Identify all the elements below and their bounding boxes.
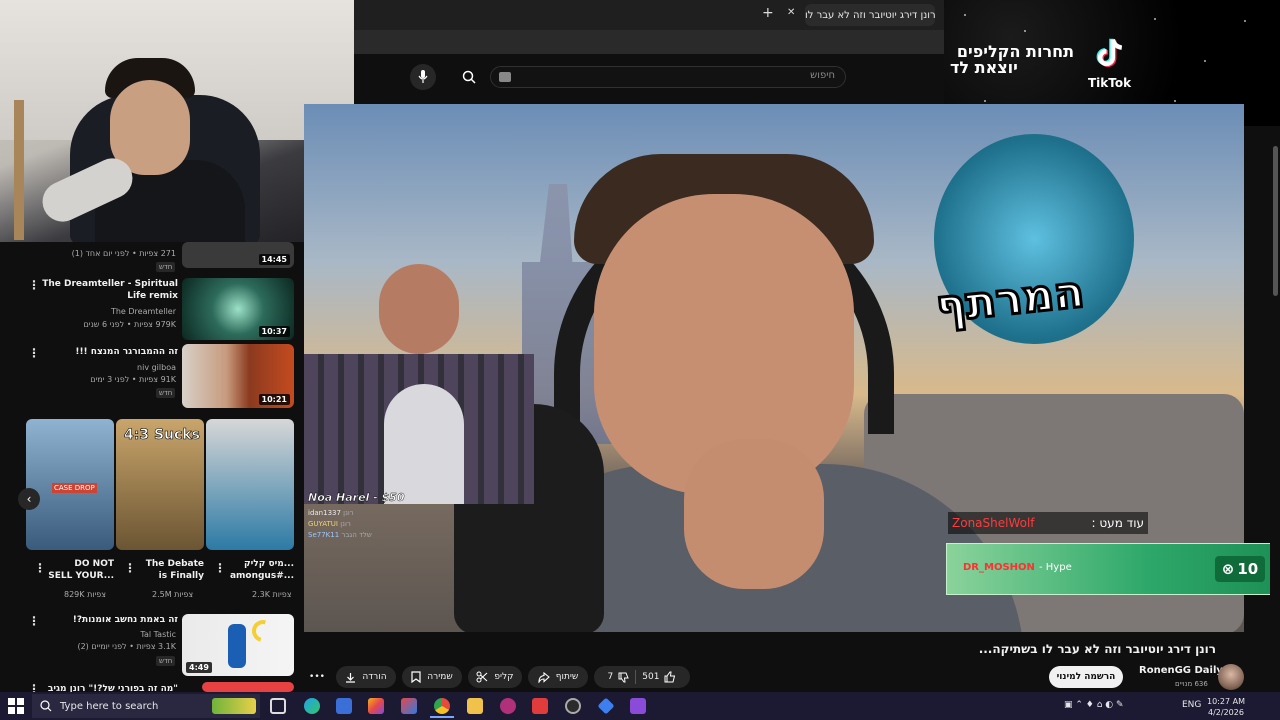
donation-label: Noa Harel - $50: [308, 491, 405, 504]
screen: (379) רונן דירג יוטיובר וזה לא עבר לו ✕ …: [0, 0, 1280, 720]
keyboard-icon: [499, 72, 511, 82]
more-options-icon[interactable]: ⋮: [28, 346, 40, 360]
short-thumbnail[interactable]: CASE DROP: [26, 419, 114, 550]
more-options-icon[interactable]: ⋮: [124, 561, 136, 575]
video-thumbnail[interactable]: 14:45: [182, 242, 294, 268]
video-thumbnail[interactable]: 10:21: [182, 344, 294, 408]
more-actions-button[interactable]: •••: [306, 666, 328, 688]
app-icon[interactable]: [500, 698, 516, 714]
search-icon: [40, 700, 52, 712]
video-thumbnail[interactable]: [202, 682, 294, 692]
weather-widget-icon[interactable]: [212, 698, 256, 714]
download-button[interactable]: הורדה: [336, 666, 396, 688]
subscriber-count: 636 מנויים: [1175, 680, 1208, 688]
search-icon: [462, 70, 476, 84]
app-icon[interactable]: [630, 698, 646, 714]
more-options-icon[interactable]: ⋮: [214, 561, 226, 575]
download-icon: [346, 672, 356, 683]
hype-icon: ⊗: [1221, 560, 1235, 578]
thumbs-down-icon: [618, 672, 630, 682]
video-thumbnail[interactable]: 10:37: [182, 278, 294, 340]
subscribe-button[interactable]: הרשמה למינוי: [1049, 666, 1123, 688]
like-dislike-buttons: 7 501: [594, 666, 690, 688]
obs-icon[interactable]: [565, 698, 581, 714]
list-item-title[interactable]: The Dreamteller - Spiritual Life remix: [42, 278, 178, 302]
browser-tab[interactable]: (379) רונן דירג יוטיובר וזה לא עבר לו: [805, 4, 935, 26]
channel-avatar[interactable]: [1218, 664, 1244, 690]
channel-name[interactable]: RonenGG Daily: [1139, 665, 1223, 676]
new-tab-button[interactable]: +: [762, 5, 774, 21]
chat-message-overlay: ZonaShelWolf עוד מעט :: [948, 512, 1148, 534]
language-indicator[interactable]: ENG: [1182, 700, 1201, 710]
more-options-icon[interactable]: ⋮: [28, 614, 40, 628]
search-placeholder: חיפוש: [810, 70, 835, 81]
tab-title: (379) רונן דירג יוטיובר וזה לא עבר לו: [805, 9, 935, 21]
copilot-icon[interactable]: [368, 698, 384, 714]
file-explorer-icon[interactable]: [467, 698, 483, 714]
chevron-left-icon: ‹: [26, 492, 32, 506]
edge-icon[interactable]: [304, 698, 320, 714]
windows-start-icon[interactable]: [8, 698, 24, 714]
save-button[interactable]: שמירה: [402, 666, 462, 688]
pip-stream: [304, 354, 534, 504]
page-scrollbar[interactable]: [1270, 126, 1280, 692]
app-icon[interactable]: [532, 698, 548, 714]
more-options-icon[interactable]: ⋮: [34, 561, 46, 575]
shorts-previous-button[interactable]: ‹: [18, 488, 40, 510]
share-icon: [538, 671, 550, 683]
browser-toolbar: [354, 30, 944, 54]
microsoft-365-icon[interactable]: [401, 698, 417, 714]
like-button[interactable]: 501: [642, 671, 676, 683]
clip-button[interactable]: קליפ: [468, 666, 522, 688]
store-icon[interactable]: [336, 698, 352, 714]
system-clock[interactable]: 10:27 AM 4/2/2026: [1207, 696, 1245, 718]
search-button[interactable]: [456, 66, 482, 88]
chrome-icon[interactable]: [434, 698, 450, 714]
tiktok-brand: TikTok: [1088, 76, 1132, 90]
video-title: רונן דירג יוטיובר וזה לא עבר לו בשתיקה..…: [978, 642, 1216, 656]
stream-chat: idan1337 רונן GUYATUI רונן Se77K11 שלד ה…: [308, 509, 372, 539]
share-button[interactable]: שיתוף: [528, 666, 588, 688]
tiktok-icon: [1096, 38, 1123, 68]
divider: [635, 670, 637, 684]
microphone-icon: [418, 70, 428, 83]
thumbs-up-icon: [664, 671, 676, 683]
bookmark-icon: [411, 671, 421, 683]
hype-train-overlay: DR_MOSHON - Hype ⊗ 10: [946, 543, 1280, 595]
video-thumbnail[interactable]: 4:49: [182, 614, 294, 676]
short-thumbnail[interactable]: [206, 419, 294, 550]
voice-search-button[interactable]: [410, 64, 436, 90]
webcam-overlay: [0, 0, 354, 242]
short-thumbnail[interactable]: 4:3 Sucks: [116, 419, 204, 550]
tiktok-headline: תחרות הקליפים יוצאת לד: [950, 42, 1074, 77]
more-options-icon[interactable]: ⋮: [28, 278, 40, 292]
dislike-button[interactable]: 7: [608, 672, 630, 683]
task-view-icon[interactable]: [270, 698, 286, 714]
tray-icons[interactable]: ▣ ⌃ ♦ ⌂ ◐ ✎: [1064, 700, 1124, 710]
tab-close-icon[interactable]: ✕: [787, 7, 795, 18]
search-input[interactable]: חיפוש: [490, 66, 846, 88]
scissors-icon: [476, 671, 488, 683]
